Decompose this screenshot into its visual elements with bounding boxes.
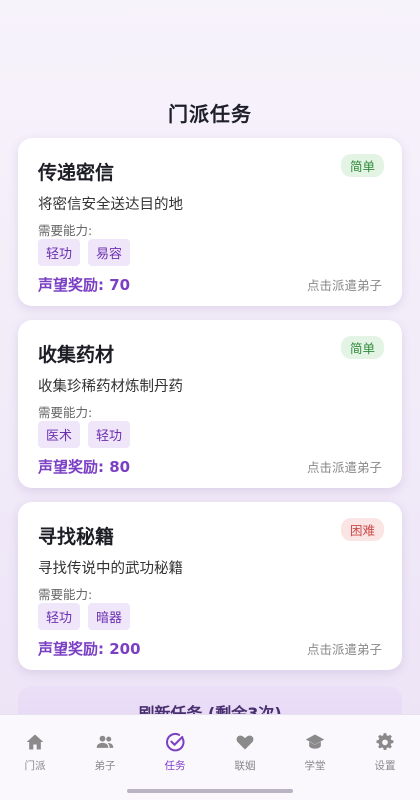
nav-label: 设置 (374, 760, 396, 772)
nav-label: 学堂 (304, 760, 326, 772)
task-title: 传递密信 (38, 162, 115, 184)
ability-tag: 轻功 (38, 239, 81, 266)
task-card[interactable]: 传递密信 简单 将密信安全送达目的地 需要能力: 轻功 易容 声望奖励: 70 … (18, 138, 402, 306)
task-check-icon (164, 731, 186, 753)
task-title: 收集药材 (38, 344, 115, 366)
nav-label: 任务 (164, 760, 186, 772)
difficulty-badge: 简单 (340, 336, 384, 359)
nav-item-settings[interactable]: 设置 (350, 715, 420, 800)
ability-tags: 轻功 易容 (38, 239, 131, 266)
dispatch-disciple-link[interactable]: 点击派遣弟子 (307, 275, 382, 294)
reputation-reward: 声望奖励: 200 (38, 640, 141, 658)
ability-tag: 暗器 (88, 603, 131, 630)
task-description: 将密信安全送达目的地 (38, 197, 183, 213)
reputation-reward: 声望奖励: 70 (38, 276, 131, 294)
ability-tags: 轻功 暗器 (38, 603, 131, 630)
nav-item-disciples[interactable]: 弟子 (70, 715, 140, 800)
task-card[interactable]: 寻找秘籍 困难 寻找传说中的武功秘籍 需要能力: 轻功 暗器 声望奖励: 200… (18, 502, 402, 670)
people-icon (94, 731, 116, 753)
nav-label: 联姻 (234, 760, 256, 772)
nav-item-school[interactable]: 学堂 (280, 715, 350, 800)
nav-label: 弟子 (94, 760, 116, 772)
ability-tags: 医术 轻功 (38, 421, 131, 448)
dispatch-disciple-link[interactable]: 点击派遣弟子 (307, 457, 382, 476)
heart-icon (234, 731, 256, 753)
graduation-cap-icon (304, 731, 326, 753)
ability-tag: 轻功 (88, 421, 131, 448)
ability-label: 需要能力: (38, 223, 93, 238)
reputation-reward: 声望奖励: 80 (38, 458, 131, 476)
ability-tag: 轻功 (38, 603, 81, 630)
gear-icon (374, 731, 396, 753)
task-description: 收集珍稀药材炼制丹药 (38, 379, 183, 395)
difficulty-badge: 简单 (340, 154, 384, 177)
task-title: 寻找秘籍 (38, 526, 115, 548)
ability-label: 需要能力: (38, 405, 93, 420)
nav-item-tasks[interactable]: 任务 (140, 715, 210, 800)
nav-item-marriage[interactable]: 联姻 (210, 715, 280, 800)
bottom-nav: 门派 弟子 任务 联姻 学堂 设置 (0, 714, 420, 800)
ability-tag: 易容 (88, 239, 131, 266)
task-description: 寻找传说中的武功秘籍 (38, 561, 183, 577)
ability-tag: 医术 (38, 421, 81, 448)
home-icon (24, 731, 46, 753)
page-title: 门派任务 (168, 102, 252, 126)
nav-item-sect[interactable]: 门派 (0, 715, 70, 800)
difficulty-badge: 困难 (340, 518, 384, 541)
ability-label: 需要能力: (38, 587, 93, 602)
task-card[interactable]: 收集药材 简单 收集珍稀药材炼制丹药 需要能力: 医术 轻功 声望奖励: 80 … (18, 320, 402, 488)
home-indicator[interactable] (127, 789, 293, 793)
dispatch-disciple-link[interactable]: 点击派遣弟子 (307, 639, 382, 658)
nav-label: 门派 (24, 760, 46, 772)
